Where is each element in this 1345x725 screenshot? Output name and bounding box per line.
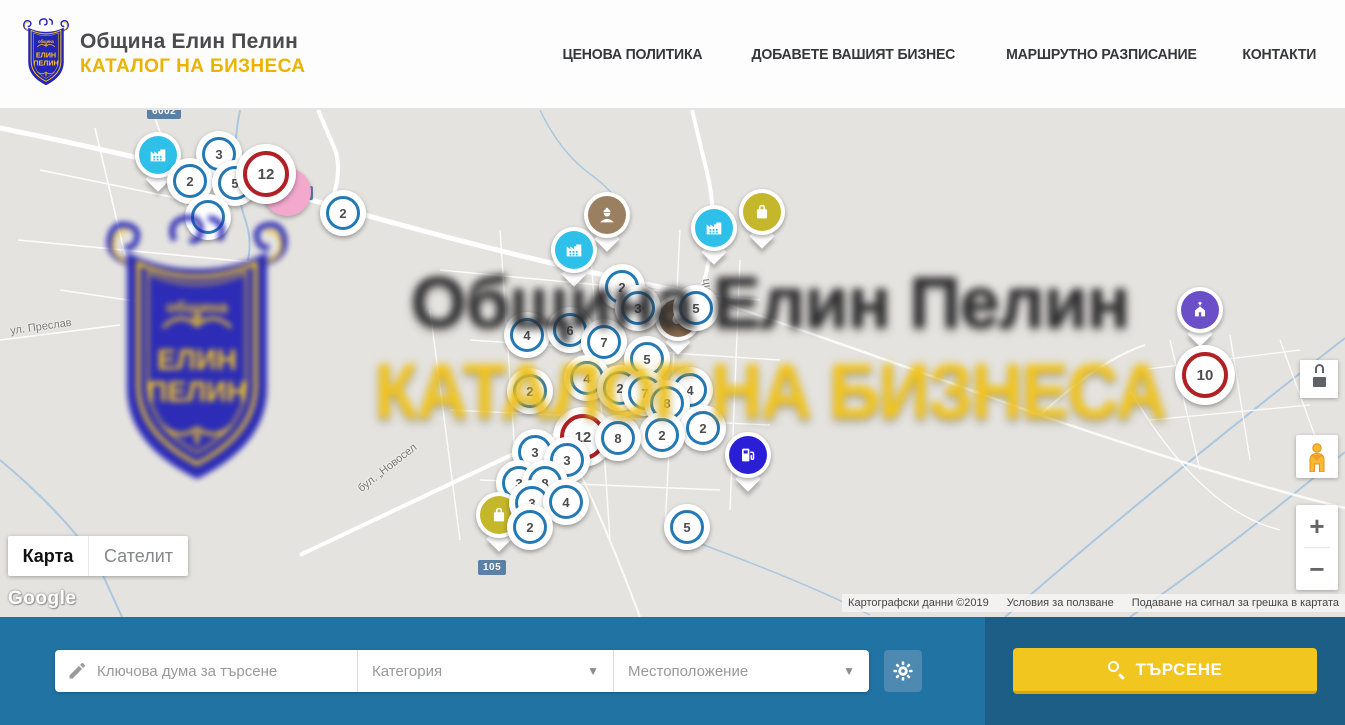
cluster-marker[interactable] [185,194,231,240]
search-button[interactable]: ТЪРСЕНЕ [1013,648,1317,694]
pegman-icon [1304,442,1330,472]
cluster-marker[interactable]: 12 [236,144,296,204]
svg-text:община: община [38,39,54,44]
search-button-label: ТЪРСЕНЕ [1136,660,1223,680]
lock-icon [1313,371,1326,387]
nav-pricing[interactable]: ЦЕНОВА ПОЛИТИКА [563,46,703,63]
factory-icon [695,209,733,247]
road-shield-label: 6002 [147,110,181,119]
satellite-view-button[interactable]: Сателит [88,536,188,576]
cluster-marker[interactable]: 2 [320,190,366,236]
fuel-icon [729,436,767,474]
attribution-report-error-link[interactable]: Подаване на сигнал за грешка в картата [1132,597,1339,609]
map-lock-button[interactable] [1300,360,1338,398]
zoom-out-button[interactable]: − [1296,548,1338,590]
header: община ЕЛИН ПЕЛИН Община Елин Пелин КАТА… [0,0,1345,110]
cluster-marker[interactable]: 5 [664,504,710,550]
google-logo[interactable]: Google [8,588,76,610]
keyword-field[interactable] [55,650,357,692]
svg-text:ЕЛИН: ЕЛИН [36,50,56,59]
site-subtitle: КАТАЛОГ НА БИЗНЕСА [80,56,305,78]
road-shield-label: 105 [478,560,506,575]
zoom-in-button[interactable]: + [1296,505,1338,547]
fuel-pin-marker[interactable] [725,432,771,490]
cluster-marker[interactable]: 10 [1175,345,1235,405]
zoom-control: + − [1296,505,1338,590]
street-view-pegman-button[interactable] [1296,435,1338,478]
municipality-crest-logo: община ЕЛИН ПЕЛИН [22,17,70,91]
chevron-down-icon: ▼ [843,664,855,678]
map-type-control: Карта Сателит [8,536,188,576]
cluster-marker[interactable]: 4 [504,312,550,358]
site-title: Община Елин Пелин [80,30,305,54]
map-view-button[interactable]: Карта [8,536,88,576]
category-select-value: Категория [372,663,442,680]
attribution-terms-link[interactable]: Условия за ползване [1007,597,1114,609]
bag-pin-marker[interactable] [739,189,785,247]
bag-icon [743,193,781,231]
search-bar: Категория ▼ Местоположение ▼ [0,617,1345,725]
main-nav: ЦЕНОВА ПОЛИТИКА ДОБАВЕТЕ ВАШИЯТ БИЗНЕС М… [558,46,1319,63]
google-map[interactable]: 6002105 ул. Преславбул. „Новоселции 3251… [0,110,1345,617]
search-fields-group: Категория ▼ Местоположение ▼ [55,650,869,692]
search-action-panel: ТЪРСЕНЕ [985,617,1345,725]
svg-text:ПЕЛИН: ПЕЛИН [33,59,58,68]
cluster-marker[interactable]: 8 [595,415,641,461]
attribution-copyright: Картографски данни ©2019 [848,597,989,609]
search-icon [1108,661,1126,679]
cluster-marker[interactable]: 2 [507,368,553,414]
cluster-marker[interactable]: 5 [673,285,719,331]
chevron-down-icon: ▼ [587,664,599,678]
site-logo[interactable]: община ЕЛИН ПЕЛИН Община Елин Пелин КАТА… [22,17,305,91]
nav-add-business[interactable]: ДОБАВЕТЕ ВАШИЯТ БИЗНЕС [751,46,955,63]
nav-route-schedule[interactable]: МАРШРУТНО РАЗПИСАНИЕ [1006,46,1197,63]
pencil-icon [67,661,87,681]
cluster-marker[interactable]: 2 [680,405,726,451]
gear-icon [892,660,914,682]
map-attribution: Картографски данни ©2019 Условия за полз… [842,594,1345,612]
cluster-marker[interactable]: 2 [639,412,685,458]
location-select-value: Местоположение [628,663,748,680]
cluster-marker[interactable]: 2 [507,504,553,550]
nav-contacts[interactable]: КОНТАКТИ [1243,46,1317,63]
worker-pin-marker[interactable] [584,192,630,250]
keyword-search-input[interactable] [97,663,345,680]
factory-pin-marker[interactable] [691,205,737,263]
category-select[interactable]: Категория ▼ [357,650,613,692]
advanced-settings-button[interactable] [884,650,922,692]
church-icon [1181,291,1219,329]
location-select[interactable]: Местоположение ▼ [613,650,869,692]
church-pin-marker[interactable] [1177,287,1223,345]
worker-icon [588,196,626,234]
